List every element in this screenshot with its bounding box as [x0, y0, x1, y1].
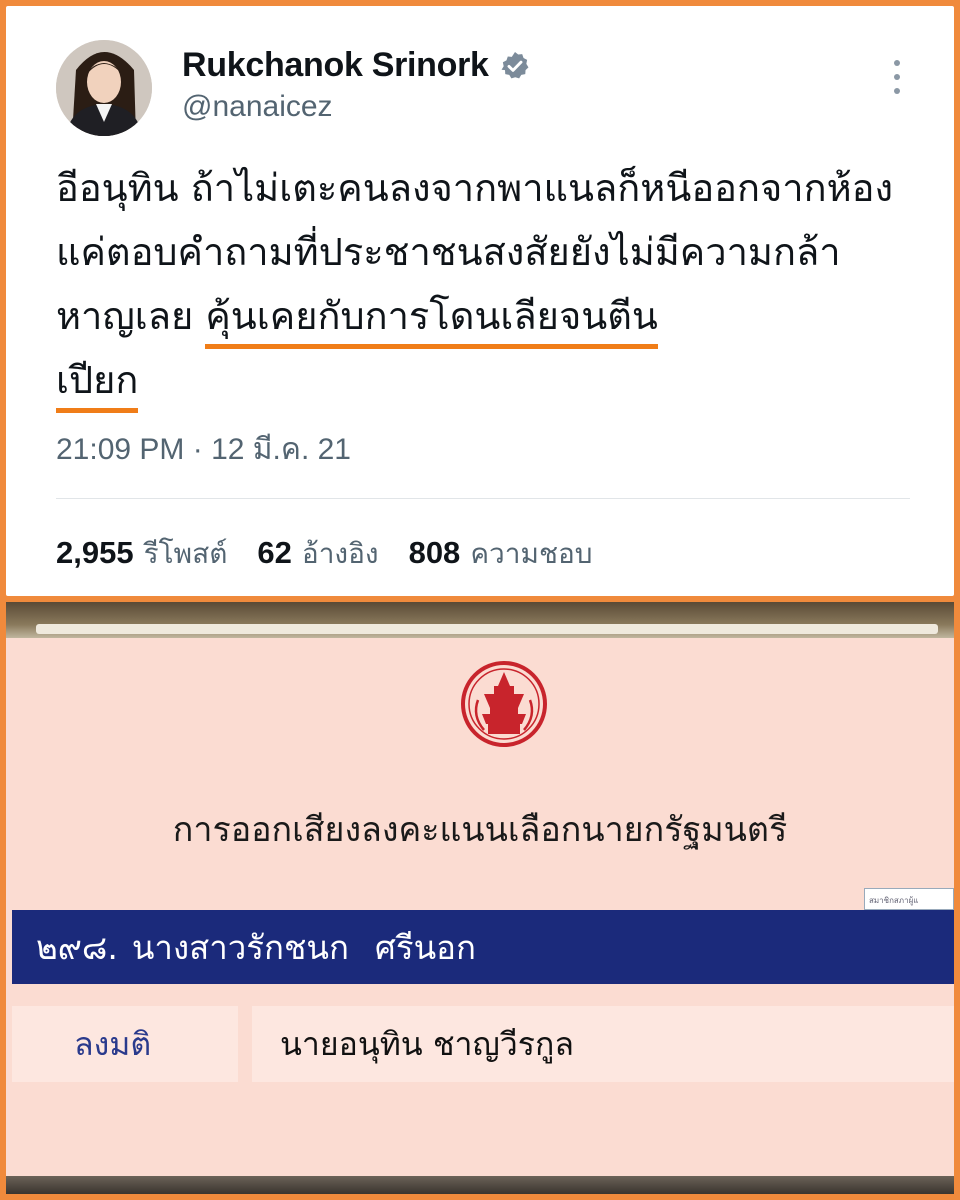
display-name[interactable]: Rukchanok Srinork [182, 46, 489, 85]
vote-screen-photo: การออกเสียงลงคะแนนเลือกนายกรัฐมนตรี สมาช… [6, 602, 954, 1194]
display-screen: การออกเสียงลงคะแนนเลือกนายกรัฐมนตรี สมาช… [6, 638, 954, 1180]
more-vertical-icon[interactable] [890, 60, 904, 94]
profile-photo [56, 40, 152, 136]
tweet-stats: 2,955 รีโพสต์ 62 อ้างอิง 808 ความชอบ [56, 532, 593, 576]
parliament-emblem-icon [461, 661, 547, 747]
stat-likes[interactable]: 808 ความชอบ [409, 532, 593, 576]
tweet-timestamp[interactable]: 21:09 PM · 12 มี.ค. 21 [56, 426, 351, 473]
user-handle[interactable]: @nanaicez [182, 90, 333, 124]
tweet-card: Rukchanok Srinork @nanaicez อีอนุทิน ถ้า… [6, 6, 954, 596]
vote-value: นายอนุทิน ชาญวีรกูล [252, 1006, 954, 1082]
divider [56, 498, 910, 499]
tweet-text-underlined-a: คุ้นเคยกับการโดนเลียจนตีน [205, 294, 658, 349]
stat-label: อ้างอิง [301, 537, 379, 570]
member-surname: ศรีนอก [374, 927, 476, 967]
chamber-ceiling [6, 602, 954, 640]
stat-label: รีโพสต์ [143, 537, 228, 570]
stat-value: 808 [408, 535, 461, 570]
member-number: ๒๙๘. [36, 927, 118, 967]
stat-quotes[interactable]: 62 อ้างอิง [257, 532, 378, 576]
tweet-text: อีอนุทิน ถ้าไม่เตะคนลงจากพาแนลก็หนีออกจา… [56, 156, 916, 413]
member-name-bar: ๒๙๘. นางสาวรักชนก ศรีนอก [12, 910, 954, 984]
corner-label: สมาชิกสภาผู้แ [864, 888, 954, 910]
vote-label: ลงมติ [12, 1006, 238, 1082]
chamber-floor [6, 1176, 954, 1194]
vote-title: การออกเสียงลงคะแนนเลือกนายกรัฐมนตรี [172, 810, 788, 850]
verified-badge-icon [501, 51, 529, 78]
stat-label: ความชอบ [470, 537, 593, 570]
vote-result-row: ลงมติ นายอนุทิน ชาญวีรกูล [12, 1006, 954, 1082]
ceiling-light [36, 624, 938, 634]
stat-reposts[interactable]: 2,955 รีโพสต์ [56, 532, 227, 576]
avatar[interactable] [56, 40, 152, 136]
tweet-text-underlined-b: เปียก [56, 358, 139, 413]
stat-value: 2,955 [56, 535, 134, 570]
member-name: นางสาวรักชนก [131, 927, 349, 967]
stat-value: 62 [257, 535, 292, 570]
